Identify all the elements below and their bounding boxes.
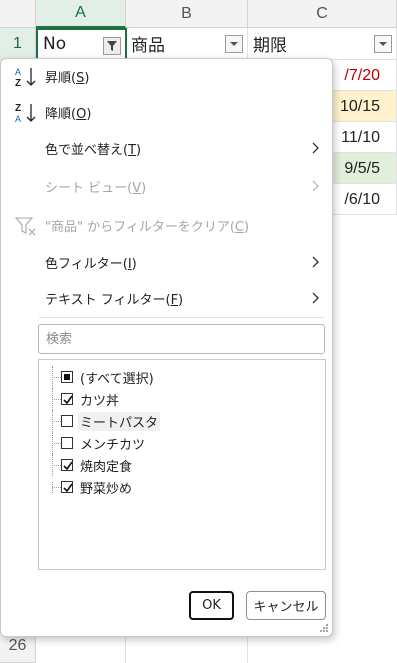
- ok-button[interactable]: OK: [189, 591, 234, 620]
- date-cell-value: 10/15: [339, 97, 380, 115]
- checkbox[interactable]: [61, 481, 73, 493]
- tree-branch: [52, 487, 61, 488]
- cell-a1[interactable]: No: [36, 28, 127, 60]
- search-input[interactable]: [38, 324, 325, 354]
- svg-text:Z: Z: [15, 103, 21, 114]
- sort-ascending-icon: A Z: [15, 67, 36, 89]
- clear-filter-icon: [14, 217, 36, 236]
- sort-ascending-label: 昇順(S): [45, 70, 90, 86]
- sort-descending-icon: Z A: [15, 103, 36, 124]
- filter-value-label: メンチカツ: [80, 438, 146, 453]
- sort-descending-label: 降順(O): [45, 106, 92, 122]
- chevron-right-icon: [312, 256, 319, 268]
- dropdown-arrow-icon: [230, 42, 238, 46]
- checkbox[interactable]: [61, 371, 73, 383]
- checkbox[interactable]: [61, 459, 73, 471]
- tree-branch: [52, 443, 61, 444]
- svg-text:Z: Z: [15, 78, 21, 89]
- column-header-b[interactable]: B: [126, 0, 248, 28]
- autofilter-menu: A Z 昇順(S) Z A 降順(O) 色で並べ替え(T) シート ビュー(V)…: [0, 58, 333, 637]
- text-filter-item[interactable]: テキスト フィルター(F): [1, 281, 332, 315]
- tree-branch: [52, 399, 61, 400]
- date-cell-value: /6/10: [344, 190, 380, 208]
- svg-text:A: A: [15, 114, 21, 124]
- cell-c1-text: 期限: [253, 36, 287, 56]
- dropdown-arrow-icon: [379, 42, 387, 46]
- menu-divider: [39, 317, 324, 318]
- text-filter-label: テキスト フィルター(F): [45, 292, 184, 308]
- checkmark-icon: [63, 461, 73, 471]
- row-header-1[interactable]: 1: [0, 28, 36, 60]
- cell-c1[interactable]: 期限: [248, 28, 397, 60]
- select-all-corner[interactable]: [0, 0, 36, 28]
- filter-value-item[interactable]: カツ丼: [39, 388, 299, 410]
- filter-funnel-icon: [107, 41, 117, 51]
- filter-value-list[interactable]: (すべて選択) カツ丼ミートパスタメンチカツ焼肉定食野菜炒め: [38, 359, 326, 570]
- select-all-item[interactable]: (すべて選択): [39, 366, 299, 388]
- filter-dropdown-button[interactable]: [225, 35, 243, 53]
- column-header-c[interactable]: C: [248, 0, 397, 28]
- chevron-right-icon: [312, 292, 319, 304]
- chevron-right-icon: [312, 180, 319, 192]
- tree-branch: [52, 465, 61, 466]
- filter-value-item[interactable]: メンチカツ: [39, 432, 299, 454]
- cell-b1[interactable]: 商品: [126, 28, 248, 60]
- clear-filter-label: "商品" からフィルターをクリア(C): [45, 219, 250, 235]
- filter-value-label: 焼肉定食: [80, 460, 133, 475]
- resize-grip-icon[interactable]: [319, 623, 329, 633]
- chevron-right-icon: [312, 142, 319, 154]
- sort-by-color-label: 色で並べ替え(T): [45, 142, 142, 158]
- sort-descending-item[interactable]: Z A 降順(O): [1, 95, 332, 129]
- clear-filter-item[interactable]: "商品" からフィルターをクリア(C): [1, 208, 332, 242]
- filter-value-label: (すべて選択): [80, 372, 154, 387]
- filter-value-item[interactable]: ミートパスタ: [39, 410, 299, 432]
- checkbox[interactable]: [61, 437, 73, 449]
- svg-text:A: A: [15, 67, 21, 77]
- checkbox[interactable]: [61, 393, 73, 405]
- sort-ascending-item[interactable]: A Z 昇順(S): [1, 59, 332, 93]
- filter-value-label: ミートパスタ: [78, 412, 161, 431]
- filter-value-label: カツ丼: [80, 394, 120, 409]
- checkbox[interactable]: [61, 415, 73, 427]
- sheet-view-label: シート ビュー(V): [45, 180, 147, 196]
- column-header-a[interactable]: A: [36, 0, 126, 28]
- sort-by-color-item[interactable]: 色で並べ替え(T): [1, 131, 332, 165]
- filter-dropdown-button[interactable]: [374, 35, 392, 53]
- date-cell-value: 9/5/5: [344, 159, 380, 177]
- cell-a1-text: No: [43, 34, 67, 54]
- date-cell-value: /7/20: [344, 66, 380, 84]
- tree-branch: [52, 421, 61, 422]
- color-filter-item[interactable]: 色フィルター(I): [1, 245, 332, 279]
- cell-b1-text: 商品: [131, 36, 165, 56]
- tree-branch: [52, 377, 61, 378]
- checkmark-icon: [63, 395, 73, 405]
- color-filter-label: 色フィルター(I): [45, 256, 137, 272]
- filter-value-label: 野菜炒め: [80, 482, 133, 497]
- sheet-view-item[interactable]: シート ビュー(V): [1, 169, 332, 203]
- filter-active-button[interactable]: [103, 37, 121, 55]
- filter-value-item[interactable]: 野菜炒め: [39, 476, 299, 498]
- date-cell-value: 11/10: [341, 128, 380, 146]
- checkmark-icon: [63, 483, 73, 493]
- cancel-button[interactable]: キャンセル: [246, 591, 326, 620]
- filter-value-item[interactable]: 焼肉定食: [39, 454, 299, 476]
